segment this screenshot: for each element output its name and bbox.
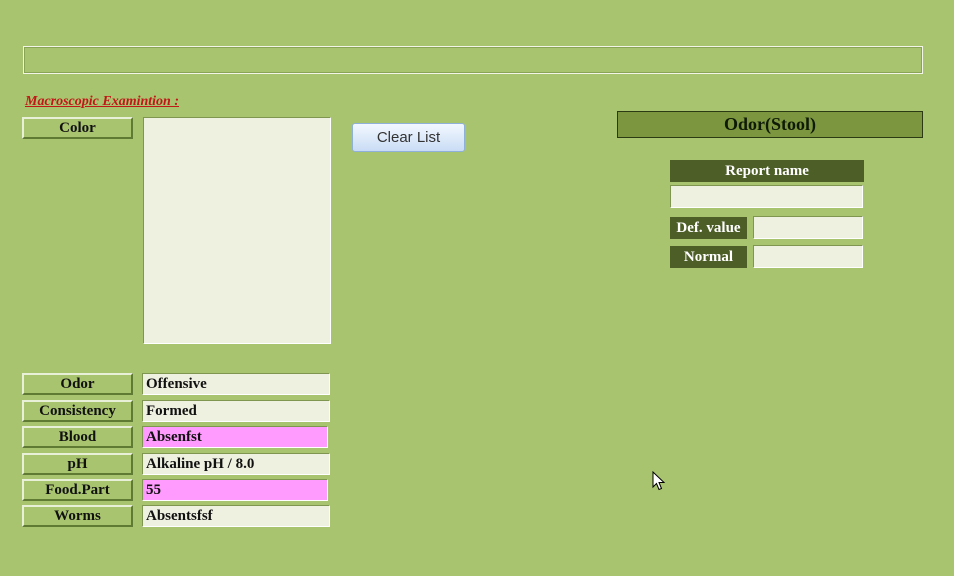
color-label-button[interactable]: Color [22,117,133,139]
def-value-input[interactable] [753,216,863,239]
consistency-label-button[interactable]: Consistency [22,400,133,422]
blood-label-button[interactable]: Blood [22,426,133,448]
def-value-label: Def. value [670,217,747,239]
normal-label: Normal [670,246,747,268]
report-name-label: Report name [670,160,864,182]
food-part-field[interactable]: 55 [142,479,328,501]
color-list[interactable] [143,117,331,344]
top-bar-field[interactable] [23,46,923,74]
normal-input[interactable] [753,245,863,268]
report-name-input[interactable] [670,185,863,208]
worms-label-button[interactable]: Worms [22,505,133,527]
ph-label-button[interactable]: pH [22,453,133,475]
ph-field[interactable]: Alkaline pH / 8.0 [142,453,330,475]
mouse-pointer-icon [652,471,666,491]
clear-list-button[interactable]: Clear List [352,123,465,152]
blood-field[interactable]: Absenfst [142,426,328,448]
food-part-label-button[interactable]: Food.Part [22,479,133,501]
odor-label-button[interactable]: Odor [22,373,133,395]
section-title: Macroscopic Examintion : [25,94,180,109]
odor-field[interactable]: Offensive [142,373,330,395]
consistency-field[interactable]: Formed [142,400,330,422]
worms-field[interactable]: Absentsfsf [142,505,330,527]
panel-title: Odor(Stool) [617,111,923,138]
